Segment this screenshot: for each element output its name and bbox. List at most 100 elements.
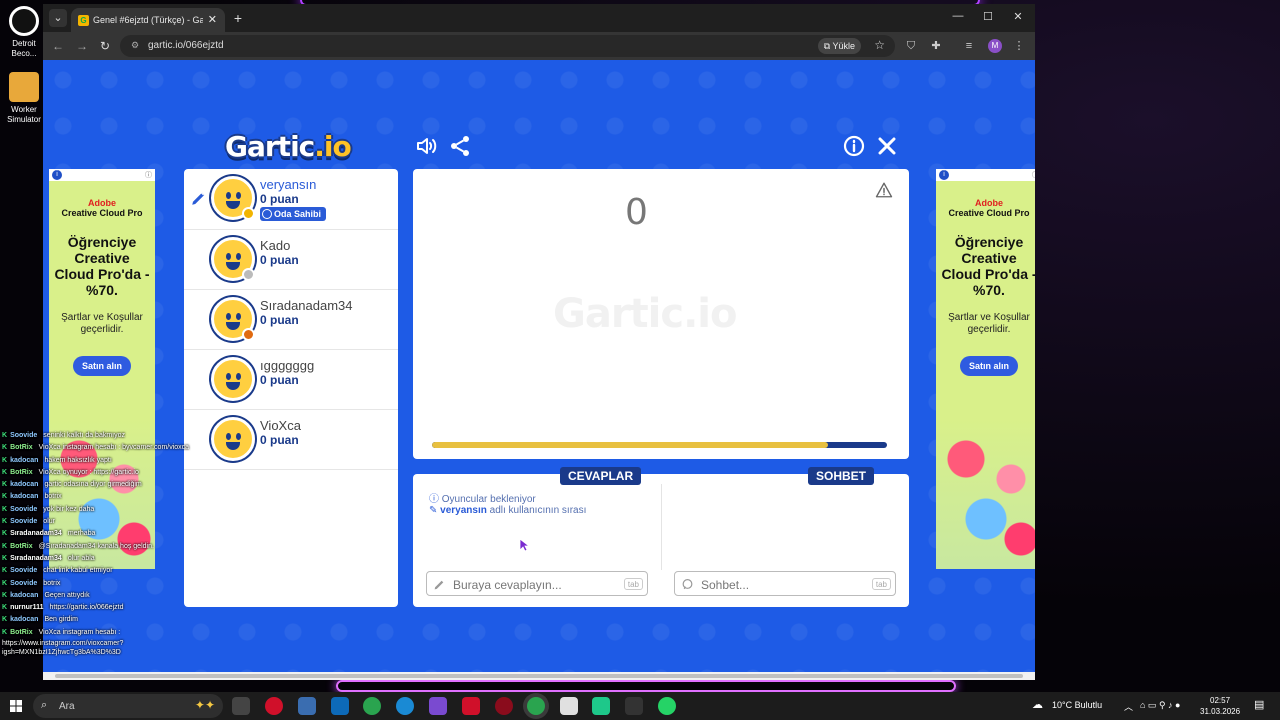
horizontal-scrollbar[interactable]: [43, 672, 1035, 680]
player-score: 0 puan: [260, 433, 299, 447]
player-name: ıggggggg: [260, 358, 315, 373]
sound-icon[interactable]: [415, 134, 439, 158]
tray-icons[interactable]: ⌂ ▭ ⚲ ♪ ●: [1140, 700, 1180, 711]
tab-close-icon[interactable]: ✕: [208, 13, 217, 26]
ad-headline: Öğrenciye Creative Cloud Pro'da - %70.: [941, 234, 1035, 298]
calculator-icon[interactable]: [560, 697, 578, 715]
gartic-logo[interactable]: Gartic.io: [225, 130, 352, 164]
profile-avatar[interactable]: M: [988, 39, 1002, 53]
desktop-icon-detroit[interactable]: Detroit Beco...: [2, 6, 46, 59]
answers-label: CEVAPLAR: [560, 467, 642, 485]
player-avatar: [211, 357, 255, 401]
mail-icon[interactable]: [331, 697, 349, 715]
stream-chat-text: @Sıradanadam34 kanala hoş geldin.: [38, 542, 154, 550]
stream-chat-row: Kkadocan hakem haksızlık yaptı: [2, 455, 222, 467]
stream-chat-row: Kkadocan gartic odasına diyor girmediğim: [2, 479, 222, 491]
player-row[interactable]: Kado 0 puan: [184, 230, 398, 290]
maximize-icon[interactable]: ☐: [978, 10, 998, 23]
drawing-canvas[interactable]: 0 Gartic.io: [413, 169, 909, 459]
kick-badge-icon: K: [2, 481, 8, 489]
owner-icon: [262, 209, 272, 219]
stream-chat-text: yok bir kez daha: [43, 505, 95, 513]
chrome-icon[interactable]: [363, 697, 381, 715]
kick-badge-icon: K: [2, 530, 8, 538]
taskbar-search[interactable]: ⌕ Ara ✦✦: [33, 694, 223, 718]
stream-chat-text: seninki kalktı da bakmıyoz: [43, 432, 125, 439]
chat-input[interactable]: Sohbet... tab: [674, 571, 896, 596]
stream-chat-row: K Sıradanadam34 olur abla: [2, 553, 222, 565]
gartic-favicon: G: [78, 15, 89, 26]
desktop-icon-label: Worker Simulator: [7, 105, 41, 124]
app-icon[interactable]: [625, 697, 643, 715]
windows-start-icon[interactable]: [10, 700, 22, 712]
install-button[interactable]: ⧉ Yükle: [817, 38, 861, 54]
app-icon[interactable]: [298, 697, 316, 715]
kick-badge-icon: K: [2, 518, 8, 526]
neon-decoration-bottom: [336, 680, 956, 692]
back-icon[interactable]: ←: [50, 38, 66, 54]
desktop-icon-worker-simulator[interactable]: Worker Simulator: [2, 72, 46, 125]
weather-text[interactable]: 10°C Bulutlu: [1052, 700, 1102, 710]
clock-date: 31.03.2026: [1200, 707, 1241, 716]
player-score: 0 puan: [260, 373, 299, 387]
new-tab-icon[interactable]: +: [229, 9, 247, 27]
whatsapp-icon[interactable]: [658, 697, 676, 715]
taskbar-clock[interactable]: 02:57 31.03.2026: [1200, 695, 1240, 717]
shield-extension-icon[interactable]: ⛉: [903, 38, 919, 54]
minimize-icon[interactable]: —: [948, 10, 968, 22]
share-icon[interactable]: [448, 134, 472, 158]
answer-input[interactable]: Buraya cevaplayın... tab: [426, 571, 648, 596]
chrome-active-icon[interactable]: [527, 697, 545, 715]
tab-search-icon[interactable]: ⌄: [49, 9, 67, 27]
ad-choices-icon[interactable]: ⓘ: [145, 170, 152, 180]
reload-icon[interactable]: ↻: [97, 38, 113, 54]
stream-chat-user: Soovide: [10, 518, 38, 526]
site-info-icon[interactable]: ⚙: [131, 40, 143, 52]
forward-icon[interactable]: →: [74, 38, 90, 54]
stream-chat-user: kadocan: [10, 481, 39, 489]
notification-icon[interactable]: ▤: [1254, 698, 1264, 711]
ad-header: i ⓘ: [936, 169, 1035, 181]
stream-chat-user: Sıradanadam34: [10, 530, 62, 538]
stream-chat-text: Geçen attıydık: [44, 591, 90, 599]
player-row[interactable]: veryansın 0 puan Oda Sahibi: [184, 169, 398, 230]
media-control-icon[interactable]: ≡: [961, 38, 977, 54]
ad-info-icon[interactable]: i: [52, 170, 62, 180]
bookmark-star-icon[interactable]: ☆: [874, 38, 885, 52]
address-bar[interactable]: ⚙ gartic.io/066ejztd ⧉ Yükle ☆: [120, 35, 895, 57]
close-icon[interactable]: [875, 134, 899, 158]
task-view-icon[interactable]: [232, 697, 250, 715]
scrollbar-thumb[interactable]: [55, 674, 1023, 678]
report-warning-icon[interactable]: [875, 181, 893, 199]
ad-cta-button[interactable]: Satın alın: [960, 356, 1018, 376]
extensions-puzzle-icon[interactable]: ✚: [928, 38, 944, 54]
player-score: 0 puan: [260, 313, 299, 327]
stream-chat-user: Sıradanadam34: [10, 554, 62, 562]
opera-icon[interactable]: [265, 697, 283, 715]
app-icon[interactable]: [592, 697, 610, 715]
tray-chevron-icon[interactable]: ︿: [1124, 700, 1133, 713]
browser-tab[interactable]: G Genel #6ejztd (Türkçe) - Gartic.io ✕: [71, 8, 225, 32]
ad-info-icon[interactable]: i: [939, 170, 949, 180]
mouse-cursor-icon: [519, 538, 529, 552]
app-icon[interactable]: [429, 697, 447, 715]
ad-banner-right[interactable]: i ⓘ Adobe Creative Cloud Pro Öğrenciye C…: [936, 169, 1035, 569]
ad-artwork: [936, 419, 1035, 569]
opera-gx-icon[interactable]: [495, 697, 513, 715]
player-row[interactable]: Sıradanadam34 0 puan: [184, 290, 398, 350]
ad-cta-button[interactable]: Satın alın: [73, 356, 131, 376]
worker-simulator-icon: [9, 72, 39, 102]
kick-badge-icon: K: [2, 554, 8, 562]
ad-choices-icon[interactable]: ⓘ: [1032, 170, 1035, 180]
menu-dots-icon[interactable]: ⋮: [1011, 38, 1027, 54]
stream-chat-user: kadocan: [10, 493, 39, 501]
owner-badge-label: Oda Sahibi: [274, 209, 322, 219]
player-row[interactable]: ıggggggg 0 puan: [184, 350, 398, 410]
wps-icon[interactable]: [462, 697, 480, 715]
info-icon[interactable]: [842, 134, 866, 158]
stream-chat-text: merhaba: [67, 530, 96, 538]
player-name: Kado: [260, 238, 291, 253]
cloud-icon: ☁: [1032, 699, 1043, 711]
edge-icon[interactable]: [396, 697, 414, 715]
window-close-icon[interactable]: ✕: [1008, 10, 1028, 23]
